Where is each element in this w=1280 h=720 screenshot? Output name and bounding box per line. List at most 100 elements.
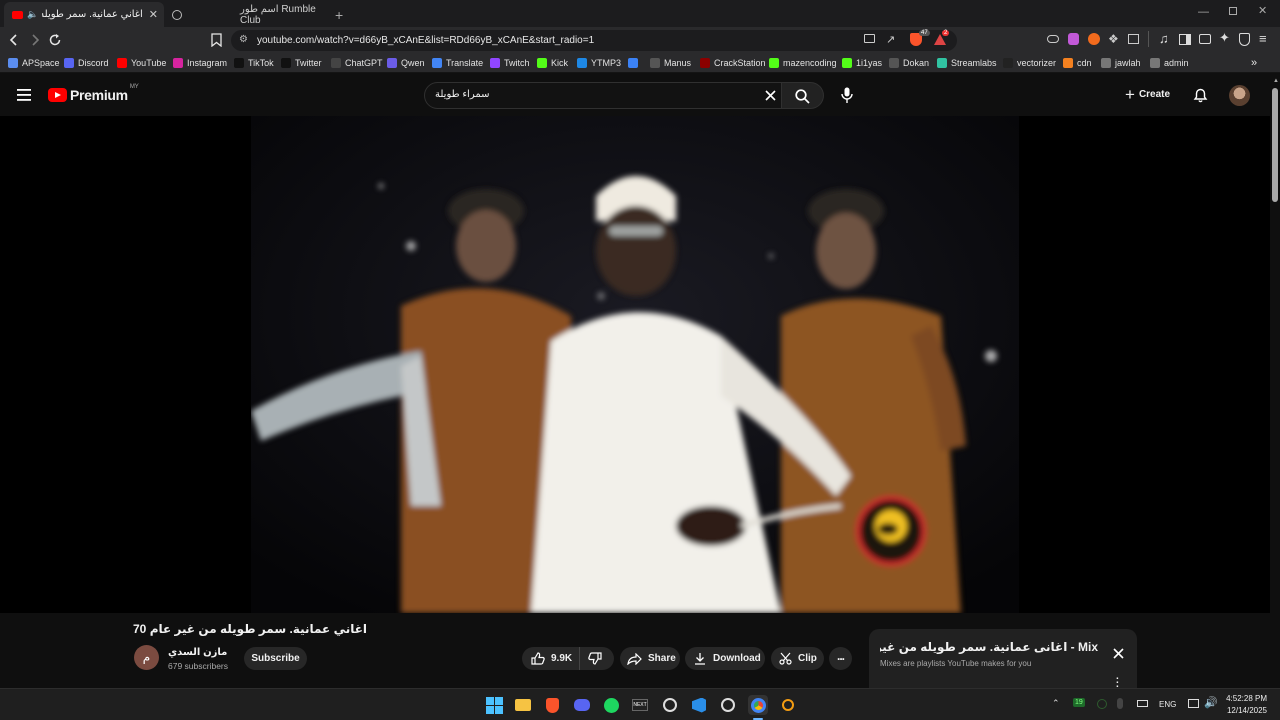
bookmark-item[interactable]: CrackStation — [700, 56, 766, 70]
microphone-tray-icon[interactable] — [1117, 698, 1123, 709]
video-player[interactable] — [0, 116, 1270, 613]
bookmark-item[interactable]: Kick — [537, 56, 568, 70]
mute-icon[interactable]: 🔈 — [27, 9, 38, 20]
bookmark-item[interactable]: Twitch — [490, 56, 530, 70]
wallet-icon[interactable] — [1199, 34, 1211, 44]
avatar[interactable] — [1229, 85, 1250, 106]
language-indicator[interactable]: ENG — [1159, 700, 1176, 709]
menu-icon[interactable]: ≡ — [1259, 31, 1267, 46]
nextdns-icon[interactable]: NEXT — [630, 695, 650, 715]
media-music-icon[interactable]: ♫ — [1159, 31, 1169, 46]
bookmark-item[interactable]: 1i1yas — [842, 56, 882, 70]
clock-date[interactable]: 12/14/2025 — [1224, 706, 1267, 715]
scroll-up-arrow-icon[interactable]: ▲ — [1273, 78, 1279, 84]
brave-browser-icon[interactable] — [542, 695, 562, 715]
steam-icon[interactable] — [660, 695, 680, 715]
like-button[interactable]: 9.9K — [522, 647, 580, 670]
close-window-button[interactable]: ✕ — [1258, 4, 1267, 17]
back-icon[interactable] — [8, 34, 20, 46]
maximize-button[interactable] — [1229, 7, 1237, 15]
bookmark-item[interactable]: Dokan — [889, 56, 929, 70]
create-button[interactable]: + Create — [1125, 86, 1170, 103]
minimize-button[interactable]: — — [1198, 6, 1209, 18]
extensions-puzzle-icon[interactable]: ❖ — [1108, 32, 1119, 46]
cast-icon[interactable] — [864, 34, 875, 43]
clip-button[interactable]: Clip — [771, 647, 824, 670]
bookmark-item[interactable]: Streamlabs — [937, 56, 997, 70]
bookmark-favicon-icon — [650, 58, 660, 68]
hamburger-menu-icon[interactable] — [17, 89, 31, 101]
thumbs-down-icon[interactable] — [588, 652, 602, 665]
screenshot-icon[interactable] — [1128, 34, 1139, 44]
bookmark-item[interactable]: YouTube — [117, 56, 166, 70]
bookmarks-overflow-chevron-icon[interactable]: » — [1251, 56, 1257, 70]
bookmark-item[interactable]: YTMP3 — [577, 56, 621, 70]
forward-icon[interactable] — [29, 34, 41, 46]
scrollbar-thumb[interactable] — [1272, 88, 1278, 202]
close-mix-icon[interactable] — [1113, 648, 1124, 659]
bookmark-item[interactable]: jawlah — [1101, 56, 1141, 70]
volume-icon[interactable]: 🔊 — [1204, 696, 1218, 709]
bookmark-item[interactable]: ChatGPT — [331, 56, 383, 70]
spotify-icon[interactable] — [601, 695, 621, 715]
extension-orange-icon[interactable] — [1088, 33, 1100, 45]
sidebar-icon[interactable] — [1179, 34, 1191, 45]
site-info-icon[interactable]: ⚙ — [239, 34, 248, 45]
vscode-icon[interactable] — [689, 695, 709, 715]
network-icon[interactable] — [1188, 699, 1199, 708]
youtube-logo[interactable]: Premium MY — [48, 84, 139, 103]
bookmark-item[interactable]: cdn — [1063, 56, 1092, 70]
tab-active[interactable]: 🔈 اغاني عمانية. سمر طويله من ✕ — [4, 2, 164, 27]
download-button[interactable]: Download — [685, 647, 765, 670]
bookmark-item[interactable]: APSpace — [8, 56, 60, 70]
bookmark-item[interactable]: Qwen — [387, 56, 425, 70]
voice-search-icon[interactable] — [841, 87, 853, 104]
search-input[interactable]: سمراء طويلة — [424, 82, 782, 109]
reload-icon[interactable] — [48, 33, 62, 47]
vpn-shield-icon[interactable] — [1239, 33, 1250, 46]
bookmark-item[interactable]: Discord — [64, 56, 109, 70]
leo-ai-icon[interactable]: ✦ — [1219, 30, 1230, 46]
vpn-icon[interactable] — [1047, 35, 1059, 43]
address-bar[interactable]: ⚙ youtube.com/watch?v=d66yB_xCAnE&list=R… — [231, 30, 957, 51]
search-app-icon[interactable] — [778, 695, 798, 715]
bookmark-item[interactable]: admin — [1150, 56, 1189, 70]
bookmark-item[interactable]: Manus — [650, 56, 691, 70]
page-scrollbar[interactable]: ▲ — [1270, 74, 1280, 688]
share-page-icon[interactable]: ↗ — [886, 33, 895, 46]
channel-name[interactable]: مازن السدي — [168, 647, 227, 658]
bookmark-item[interactable]: Translate — [432, 56, 483, 70]
notifications-bell-icon[interactable] — [1193, 87, 1208, 103]
chatgpt-app-icon[interactable] — [718, 695, 738, 715]
new-tab-button[interactable]: + — [335, 2, 349, 27]
close-tab-icon[interactable]: ✕ — [149, 8, 158, 21]
channel-avatar[interactable]: م — [134, 645, 159, 670]
more-actions-button[interactable]: ... — [829, 647, 852, 670]
clock-time[interactable]: 4:52:28 PM — [1224, 694, 1267, 703]
search-button[interactable] — [782, 82, 824, 109]
bookmark-item[interactable]: Twitter — [281, 56, 322, 70]
discord-icon[interactable] — [572, 695, 592, 715]
bookmark-item[interactable]: Instagram — [173, 56, 227, 70]
mix-more-icon[interactable]: ... — [1116, 672, 1119, 690]
windows-start-icon — [485, 696, 503, 714]
file-explorer-icon[interactable] — [513, 695, 533, 715]
start-button[interactable] — [484, 695, 504, 715]
subscribe-button[interactable]: Subscribe — [244, 647, 307, 670]
tab-pinned[interactable] — [172, 2, 192, 27]
tray-overflow-chevron-icon[interactable]: ⌃ — [1052, 698, 1060, 709]
bookmark-item[interactable]: mazencoding — [769, 56, 837, 70]
chrome-icon[interactable] — [748, 695, 768, 715]
extension-purple-icon[interactable] — [1068, 33, 1079, 45]
share-button[interactable]: Share — [620, 647, 680, 670]
tab-rumble[interactable]: اسم طور Rumble Club — [240, 2, 335, 27]
mix-title[interactable]: Mix - اغانى عمانية. سمر طويله من غير... — [880, 640, 1098, 654]
clear-search-icon[interactable] — [765, 90, 776, 101]
bookmark-item[interactable]: vectorizer — [1003, 56, 1056, 70]
bookmark-icon[interactable] — [211, 33, 222, 47]
keyboard-icon[interactable] — [1137, 700, 1148, 707]
tray-badge[interactable]: 19 — [1073, 698, 1085, 707]
bookmark-item[interactable]: TikTok — [234, 56, 274, 70]
bookmark-item[interactable] — [628, 56, 642, 70]
tray-app-icon[interactable] — [1097, 699, 1107, 709]
